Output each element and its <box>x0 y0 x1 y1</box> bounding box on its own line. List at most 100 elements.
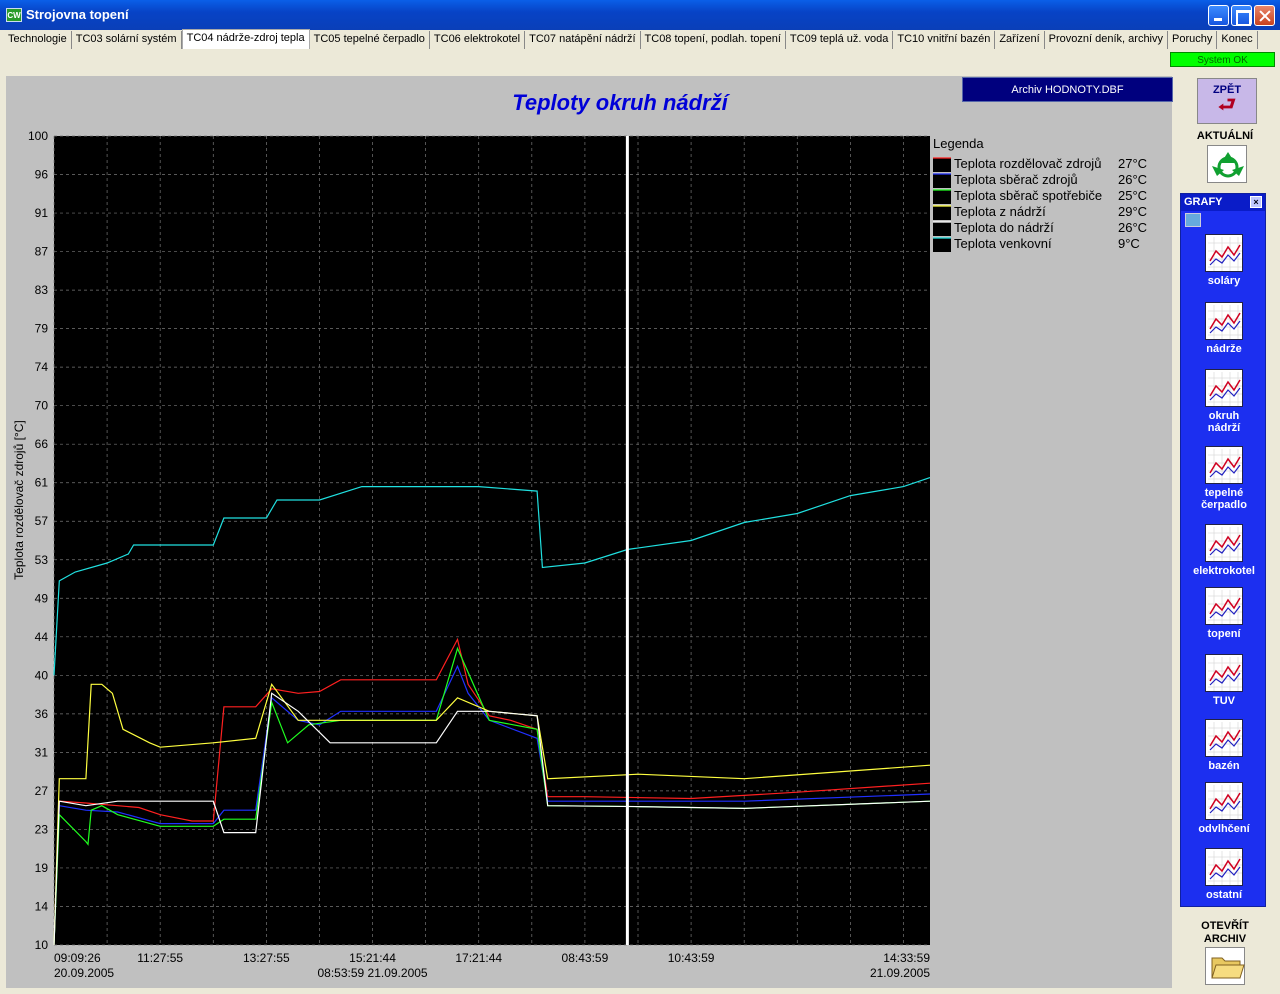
x-tick-label: 11:27:55 <box>137 951 183 965</box>
graph-item-0[interactable]: soláry <box>1181 234 1267 287</box>
legend-swatch-bg <box>933 174 951 188</box>
legend-item: Teplota venkovní <box>954 236 1052 251</box>
graph-item-label: okruh nádrží <box>1207 410 1241 434</box>
chart-title: Teploty okruh nádrží <box>512 90 728 115</box>
line-chart-icon <box>1205 654 1243 692</box>
graph-item-5[interactable]: topení <box>1181 587 1267 640</box>
line-chart-icon <box>1205 848 1243 886</box>
close-icon[interactable] <box>1254 5 1275 26</box>
y-tick-label: 66 <box>35 437 49 451</box>
legend-value: 9°C <box>1118 236 1140 251</box>
legend-item: Teplota do nádrží <box>954 220 1054 235</box>
y-tick-label: 57 <box>35 514 49 528</box>
legend-item: Teplota sběrač zdrojů <box>954 172 1078 187</box>
line-chart-icon <box>1205 782 1243 820</box>
legend-value: 25°C <box>1118 188 1147 203</box>
legend-value: 26°C <box>1118 220 1147 235</box>
y-tick-label: 70 <box>35 399 49 413</box>
archive-button[interactable]: Archiv HODNOTY.DBF <box>962 77 1173 102</box>
line-chart-icon <box>1205 446 1243 484</box>
status-badge: System OK <box>1170 52 1275 67</box>
y-tick-label: 96 <box>35 168 49 182</box>
tab-8[interactable]: TC10 vnitřní bazén <box>893 31 996 49</box>
graph-item-label: bazén <box>1208 760 1240 772</box>
tab-2[interactable]: TC04 nádrže-zdroj tepla <box>181 29 310 49</box>
maximize-icon[interactable] <box>1231 5 1252 26</box>
legend-value: 26°C <box>1118 172 1147 187</box>
minimize-icon[interactable] <box>1208 5 1229 26</box>
tab-9[interactable]: Zařízení <box>995 31 1045 49</box>
graph-item-label: nádrže <box>1206 343 1242 355</box>
graph-item-8[interactable]: odvlhčení <box>1181 782 1267 835</box>
legend-item: Teplota rozdělovač zdrojů <box>954 156 1101 171</box>
y-tick-label: 61 <box>35 476 49 490</box>
x-tick-date: 20.09.2005 <box>54 966 114 980</box>
line-chart-icon <box>1205 369 1243 407</box>
graph-item-4[interactable]: elektrokotel <box>1181 524 1267 577</box>
graph-item-3[interactable]: tepelné čerpadlo <box>1181 446 1267 511</box>
y-tick-label: 10 <box>35 938 49 952</box>
graphs-panel: GRAFY × soláry nádrže okruh nádrží tepelné če… <box>1180 193 1266 907</box>
graph-item-1[interactable]: nádrže <box>1181 302 1267 355</box>
line-chart-icon <box>1205 302 1243 340</box>
tab-5[interactable]: TC07 natápění nádrží <box>525 31 641 49</box>
tab-11[interactable]: Poruchy <box>1168 31 1218 49</box>
tab-7[interactable]: TC09 teplá už. voda <box>785 31 894 49</box>
open-archive-label: OTEVŘÍT ARCHIV <box>1201 920 1249 945</box>
x-tick-date: 21.09.2005 <box>870 966 930 980</box>
y-tick-label: 53 <box>35 553 49 567</box>
x-tick-date: 08:53:59 21.09.2005 <box>317 966 427 980</box>
graph-item-label: odvlhčení <box>1198 823 1250 835</box>
y-tick-label: 74 <box>35 360 49 374</box>
back-button[interactable]: ZPĚT ⮐ <box>1197 78 1257 124</box>
legend-item: Teplota sběrač spotřebiče <box>954 188 1102 203</box>
y-axis-label: Teplota rozdělovač zdrojů [°C] <box>12 420 26 580</box>
graph-item-9[interactable]: ostatní <box>1181 848 1267 901</box>
tab-10[interactable]: Provozní deník, archivy <box>1044 31 1169 49</box>
tab-0[interactable]: Technologie <box>4 31 72 49</box>
y-tick-label: 19 <box>35 861 49 875</box>
tab-12[interactable]: Konec <box>1217 31 1258 49</box>
y-tick-label: 36 <box>35 707 49 721</box>
tab-3[interactable]: TC05 tepelné čerpadlo <box>309 31 430 49</box>
legend-swatch-bg <box>933 238 951 252</box>
graph-item-label: tepelné čerpadlo <box>1201 487 1247 511</box>
y-tick-label: 44 <box>35 630 49 644</box>
tab-bar: Technologie TC03 solární systém TC04 nádrž… <box>4 29 1258 50</box>
temperature-chart: 100 96 91 87 83 79 74 70 66 61 57 53 49 44 40 36 31 27 23 1… <box>12 129 1147 980</box>
tab-6[interactable]: TC08 topení, podlah. topení <box>640 31 786 49</box>
graph-item-label: TUV <box>1213 695 1235 707</box>
graph-item-2[interactable]: okruh nádrží <box>1181 369 1267 434</box>
tab-1[interactable]: TC03 solární systém <box>71 31 182 49</box>
line-chart-icon <box>1205 719 1243 757</box>
y-tick-label: 23 <box>35 822 49 836</box>
folder-icon[interactable] <box>1205 947 1245 985</box>
legend-value: 27°C <box>1118 156 1147 171</box>
graph-item-label: elektrokotel <box>1193 565 1255 577</box>
graph-item-label: soláry <box>1207 275 1241 287</box>
x-tick-label: 13:27:55 <box>243 951 290 965</box>
graphs-header: GRAFY × <box>1181 194 1265 211</box>
x-tick-label: 09:09:26 <box>54 951 101 965</box>
tab-4[interactable]: TC06 elektrokotel <box>429 31 526 49</box>
graph-item-7[interactable]: bazén <box>1181 719 1267 772</box>
x-tick-label: 17:21:44 <box>455 951 502 965</box>
line-chart-icon <box>1205 587 1243 625</box>
graph-item-6[interactable]: TUV <box>1181 654 1267 707</box>
recycle-icon[interactable] <box>1207 145 1247 183</box>
legend-swatch-bg <box>933 190 951 204</box>
y-tick-label: 27 <box>35 784 49 798</box>
y-tick-label: 49 <box>35 591 49 605</box>
legend-item: Teplota z nádrží <box>954 204 1046 219</box>
window-title: Strojovna topení <box>26 7 129 22</box>
y-tick-label: 83 <box>35 283 49 297</box>
legend-title: Legenda <box>933 136 984 151</box>
x-tick-label: 15:21:44 <box>349 951 396 965</box>
y-tick-label: 91 <box>35 206 49 220</box>
graphs-title: GRAFY <box>1184 196 1223 208</box>
close-graphs-icon[interactable]: × <box>1250 196 1262 208</box>
hand-cursor-icon <box>1185 213 1201 227</box>
legend-swatch-bg <box>933 222 951 236</box>
y-tick-label: 87 <box>35 245 49 259</box>
line-chart-icon <box>1205 234 1243 272</box>
